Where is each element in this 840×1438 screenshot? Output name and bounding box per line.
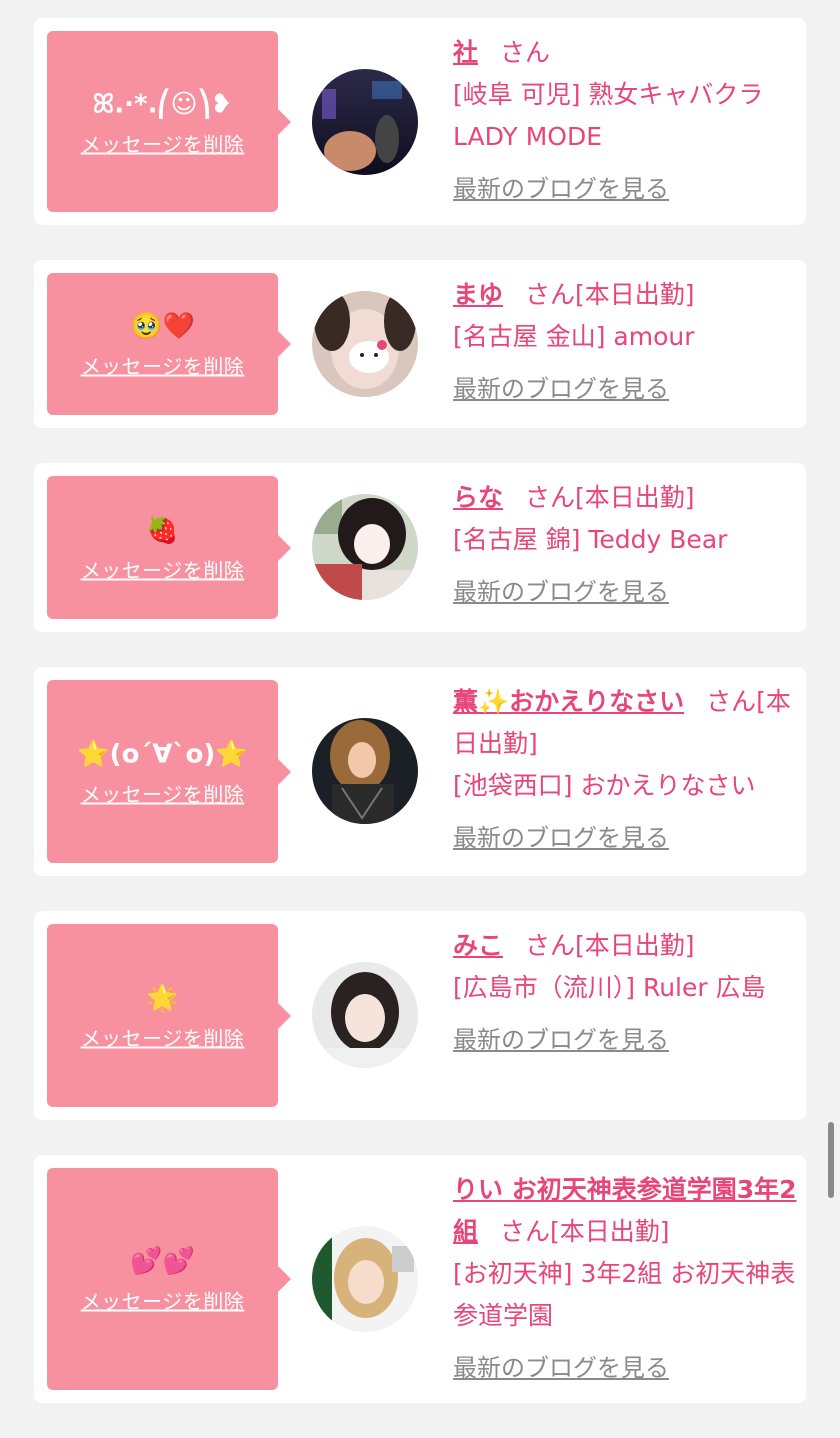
message-card: 🥹❤️ メッセージを削除 まゆ さん[本日出勤] [名古屋 金山] amour 最… — [34, 260, 806, 428]
latest-blog-link[interactable]: 最新のブログを見る — [453, 168, 669, 210]
avatar[interactable] — [312, 494, 418, 600]
attendance-badge: [本日出勤] — [575, 483, 695, 512]
scrollbar[interactable] — [828, 1122, 834, 1198]
avatar[interactable] — [312, 718, 418, 824]
message-bubble: ꕤ.·*.⎛☺︎⎞❥ メッセージを削除 — [47, 31, 291, 212]
cast-info: らな さん[本日出勤] [名古屋 錦] Teddy Bear 最新のブログを見る — [453, 477, 798, 613]
avatar[interactable] — [312, 1226, 418, 1332]
cast-name-link[interactable]: 薫✨おかえりなさい — [453, 687, 684, 716]
message-card: ꕤ.·*.⎛☺︎⎞❥ メッセージを削除 社さん [岐阜 可児] 熟女キャバクラL… — [34, 18, 806, 225]
cast-info: まゆ さん[本日出勤] [名古屋 金山] amour 最新のブログを見る — [453, 274, 798, 410]
cast-info: りい お初天神表参道学園3年2組 さん[本日出勤] [お初天神] 3年2組 お初天… — [453, 1169, 798, 1389]
honorific: さん — [500, 38, 551, 67]
message-card: 🌟 メッセージを削除 みこ さん[本日出勤] [広島市（流川）] Ruler 広島… — [34, 911, 806, 1120]
message-text: 🥹❤️ — [130, 311, 195, 342]
latest-blog-link[interactable]: 最新のブログを見る — [453, 1347, 669, 1389]
cast-name-link[interactable]: まゆ — [453, 280, 503, 309]
cast-name-link[interactable]: 社 — [453, 38, 478, 67]
message-bubble: 🍓 メッセージを削除 — [47, 476, 291, 619]
message-text: ꕤ.·*.⎛☺︎⎞❥ — [92, 89, 233, 119]
message-text: 🍓 — [146, 515, 179, 545]
honorific: さん — [706, 687, 757, 716]
honorific: さん — [525, 280, 576, 309]
cast-info: みこ さん[本日出勤] [広島市（流川）] Ruler 広島 最新のブログを見る — [453, 925, 798, 1061]
delete-message-link[interactable]: メッセージを削除 — [81, 1286, 245, 1315]
delete-message-link[interactable]: メッセージを削除 — [81, 1022, 245, 1051]
cast-name-link[interactable]: らな — [453, 483, 503, 512]
delete-message-link[interactable]: メッセージを削除 — [81, 351, 245, 380]
attendance-badge: [本日出勤] — [550, 1217, 670, 1246]
message-text: 💕💕 — [130, 1246, 195, 1277]
honorific: さん — [500, 1217, 551, 1246]
delete-message-link[interactable]: メッセージを削除 — [81, 554, 245, 583]
honorific: さん — [525, 931, 576, 960]
latest-blog-link[interactable]: 最新のブログを見る — [453, 571, 669, 613]
attendance-badge: [本日出勤] — [575, 280, 695, 309]
message-bubble: ⭐(o´∀`o)⭐ メッセージを削除 — [47, 680, 291, 863]
cast-info: 薫✨おかえりなさい さん[本日出勤] [池袋西口] おかえりなさい 最新のブログを… — [453, 681, 798, 859]
shop-name: [広島市（流川）] Ruler 広島 — [453, 973, 766, 1002]
message-bubble: 🌟 メッセージを削除 — [47, 924, 291, 1107]
delete-message-link[interactable]: メッセージを削除 — [81, 778, 245, 807]
avatar[interactable] — [312, 962, 418, 1068]
message-text: 🌟 — [146, 983, 179, 1013]
avatar[interactable] — [312, 291, 418, 397]
latest-blog-link[interactable]: 最新のブログを見る — [453, 368, 669, 410]
shop-name: [名古屋 金山] amour — [453, 322, 695, 351]
message-card: 💕💕 メッセージを削除 りい お初天神表参道学園3年2組 さん[本日出勤] [お初… — [34, 1155, 806, 1403]
message-card: ⭐(o´∀`o)⭐ メッセージを削除 薫✨おかえりなさい さん[本日出勤] [池袋… — [34, 667, 806, 876]
message-bubble: 💕💕 メッセージを削除 — [47, 1168, 291, 1390]
message-bubble: 🥹❤️ メッセージを削除 — [47, 273, 291, 415]
shop-name: [名古屋 錦] Teddy Bear — [453, 525, 728, 554]
attendance-badge: [本日出勤] — [575, 931, 695, 960]
honorific: さん — [525, 483, 576, 512]
cast-name-link[interactable]: みこ — [453, 931, 503, 960]
message-card: 🍓 メッセージを削除 らな さん[本日出勤] [名古屋 錦] Teddy Bear… — [34, 463, 806, 632]
shop-name: [岐阜 可児] 熟女キャバクラLADY MODE — [453, 80, 764, 151]
latest-blog-link[interactable]: 最新のブログを見る — [453, 1019, 669, 1061]
shop-name: [お初天神] 3年2組 お初天神表参道学園 — [453, 1259, 796, 1330]
cast-info: 社さん [岐阜 可児] 熟女キャバクラLADY MODE 最新のブログを見る — [453, 32, 798, 210]
latest-blog-link[interactable]: 最新のブログを見る — [453, 817, 669, 859]
avatar[interactable] — [312, 69, 418, 175]
delete-message-link[interactable]: メッセージを削除 — [81, 128, 245, 157]
message-text: ⭐(o´∀`o)⭐ — [77, 739, 248, 769]
shop-name: [池袋西口] おかえりなさい — [453, 771, 756, 800]
